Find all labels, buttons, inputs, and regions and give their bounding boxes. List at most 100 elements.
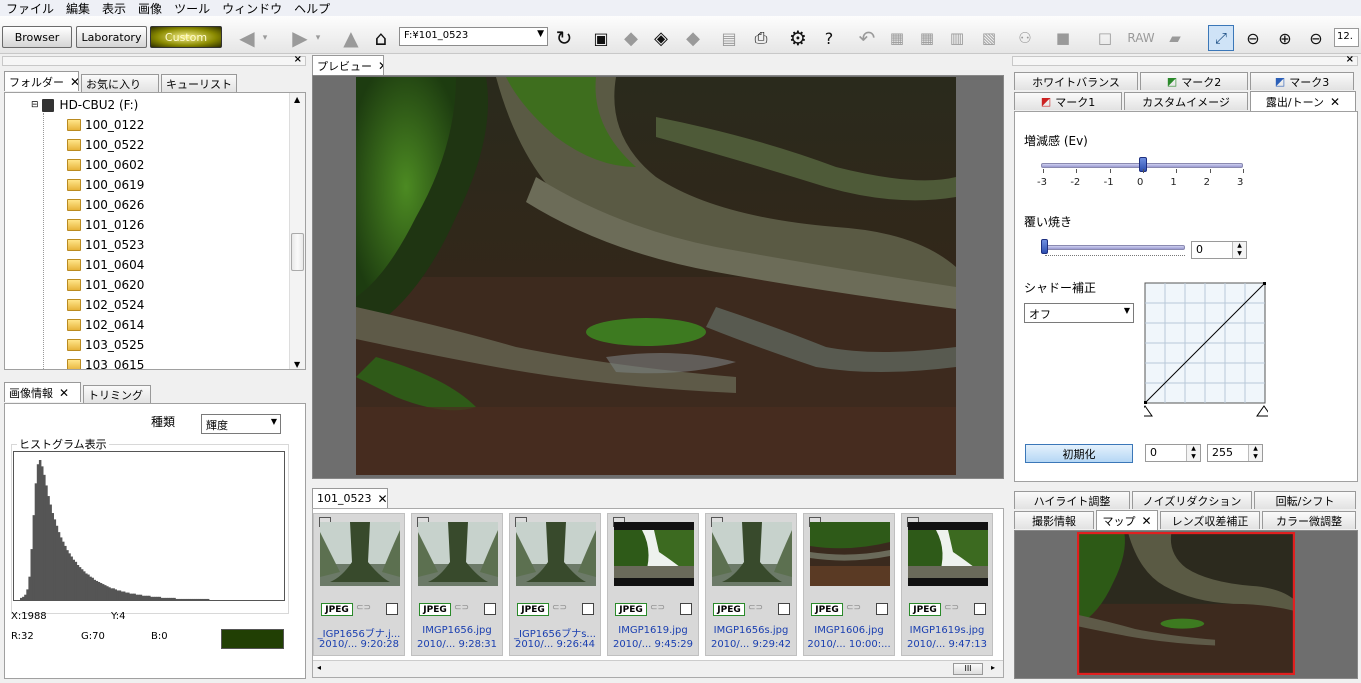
tree-drive[interactable]: ⊟ HD-CBU2 (F:) — [31, 95, 138, 115]
tab-trimming[interactable]: トリミング — [83, 385, 151, 403]
tab-color-adjust[interactable]: カラー微調整 — [1262, 511, 1356, 529]
thumbnail-image[interactable] — [712, 522, 792, 586]
dodge-slider-knob[interactable] — [1041, 239, 1048, 254]
select-checkbox[interactable] — [582, 603, 594, 615]
tree-folder-item[interactable]: 101_0620 — [67, 275, 144, 295]
tree-folder-item[interactable]: 100_0619 — [67, 175, 144, 195]
copy-params-icon[interactable]: ▦ — [884, 25, 910, 51]
rotate-left-diamond-icon[interactable]: ◆ — [618, 25, 644, 51]
preview-image[interactable] — [356, 77, 956, 475]
compare-icon[interactable]: ▤ — [716, 25, 742, 51]
spinner-arrows-icon[interactable]: ▲ ▼ — [1248, 445, 1262, 461]
raw-icon[interactable]: RAW — [1127, 25, 1154, 51]
chevron-down-icon[interactable]: ▼ — [537, 29, 544, 39]
filter-icon[interactable]: ⚇ — [1012, 25, 1038, 51]
scroll-down-icon[interactable]: ▼ — [294, 360, 300, 369]
thumbnail-image[interactable] — [810, 522, 890, 586]
thumbnail-card[interactable]: JPEG ⊂⊃ IMGP1606.jpg 2010/... 10:00:... — [803, 513, 895, 656]
back-dropdown-icon[interactable]: ▾ — [258, 25, 272, 51]
chevron-down-icon[interactable]: ▼ — [1124, 306, 1130, 315]
home-icon[interactable]: ⌂ — [368, 25, 394, 51]
thumbnail-image[interactable] — [516, 522, 596, 586]
tab-shooting-info[interactable]: 撮影情報 — [1014, 511, 1094, 529]
print-icon[interactable]: ⎙ — [748, 25, 774, 51]
next-diamond-icon[interactable]: ◈ — [648, 25, 674, 51]
zoom-level-field[interactable]: 12. — [1334, 28, 1359, 47]
close-icon[interactable]: ✕ — [1141, 514, 1151, 528]
folder-scroll-thumb[interactable] — [291, 233, 304, 271]
forward-arrow-icon[interactable]: ▶ — [287, 25, 313, 51]
refresh-icon[interactable]: ↻ — [551, 25, 577, 51]
tree-folder-item[interactable]: 102_0524 — [67, 295, 144, 315]
dodge-slider-track[interactable] — [1041, 245, 1185, 250]
tab-custom-image[interactable]: カスタムイメージ — [1124, 92, 1248, 110]
select-checkbox[interactable] — [386, 603, 398, 615]
close-icon[interactable]: × — [294, 54, 302, 65]
path-combobox[interactable]: F:¥101_0523 ▼ — [399, 27, 548, 46]
tab-folder-browser[interactable]: 101_0523 ✕ — [312, 488, 388, 508]
back-arrow-icon[interactable]: ◀ — [234, 25, 260, 51]
thumbnail-card[interactable]: JPEG ⊂⊃ IMGP1619.jpg 2010/... 9:45:29 — [607, 513, 699, 656]
tab-mark3[interactable]: ◩ マーク3 — [1250, 72, 1354, 90]
paste-params-icon[interactable]: ▦ — [914, 25, 940, 51]
save-params-icon[interactable]: ▥ — [944, 25, 970, 51]
thumbnail-image[interactable] — [320, 522, 400, 586]
tab-white-balance[interactable]: ホワイトバランス — [1014, 72, 1138, 90]
tab-lens-correction[interactable]: レンズ収差補正 — [1160, 511, 1260, 529]
thumbnail-image[interactable] — [614, 522, 694, 586]
laboratory-mode-button[interactable]: Laboratory — [76, 26, 147, 48]
tab-noise-reduction[interactable]: ノイズリダクション — [1132, 491, 1252, 509]
chevron-down-icon[interactable]: ▼ — [271, 417, 277, 426]
close-icon[interactable]: ✕ — [1330, 95, 1340, 109]
tree-folder-item[interactable]: 100_0602 — [67, 155, 144, 175]
tab-mark1[interactable]: ◩ マーク1 — [1014, 92, 1122, 110]
tab-map[interactable]: マップ ✕ — [1096, 510, 1158, 530]
close-icon[interactable]: ✕ — [378, 492, 388, 506]
tab-highlight[interactable]: ハイライト調整 — [1014, 491, 1130, 509]
tab-mark2[interactable]: ◩ マーク2 — [1140, 72, 1248, 90]
thumbnail-card[interactable]: JPEG ⊂⊃ _IGP1656ブナs... 2010/... 9:26:44 — [509, 513, 601, 656]
scroll-up-icon[interactable]: ▲ — [294, 95, 300, 104]
menu-window[interactable]: ウィンドウ — [216, 0, 288, 17]
tree-folder-item[interactable]: 103_0525 — [67, 335, 144, 355]
frame-icon[interactable]: □ — [1092, 25, 1118, 51]
zoom-out-icon[interactable]: ⊖ — [1240, 25, 1266, 51]
menu-tools[interactable]: ツール — [168, 0, 216, 17]
select-checkbox[interactable] — [778, 603, 790, 615]
tab-favorites[interactable]: お気に入り — [81, 74, 159, 92]
select-checkbox[interactable] — [974, 603, 986, 615]
forward-dropdown-icon[interactable]: ▾ — [311, 25, 325, 51]
thumbnail-card[interactable]: JPEG ⊂⊃ IMGP1656s.jpg 2010/... 9:29:42 — [705, 513, 797, 656]
close-icon[interactable]: ✕ — [70, 75, 78, 89]
thumbnail-image[interactable] — [418, 522, 498, 586]
fit-view-icon[interactable]: ⤢ — [1208, 25, 1234, 51]
scroll-right-icon[interactable]: ▸ — [991, 663, 995, 672]
gear-icon[interactable]: ⚙ — [785, 25, 811, 51]
diamond-icon[interactable]: ◆ — [680, 25, 706, 51]
zoom-in-icon[interactable]: ⊕ — [1272, 25, 1298, 51]
tree-folder-item[interactable]: 101_0523 — [67, 235, 144, 255]
tree-folder-item[interactable]: 100_0122 — [67, 115, 144, 135]
tree-folder-item[interactable]: 101_0126 — [67, 215, 144, 235]
menu-view[interactable]: 表示 — [96, 0, 132, 17]
tree-folder-item[interactable]: 100_0522 — [67, 135, 144, 155]
tab-folder[interactable]: フォルダー ✕ — [4, 71, 79, 91]
scroll-left-icon[interactable]: ◂ — [317, 663, 321, 672]
thumbnail-card[interactable]: JPEG ⊂⊃ _IGP1656ブナ.j... 2010/... 9:20:28 — [313, 513, 405, 656]
develop-icon[interactable]: ■ — [1050, 25, 1076, 51]
up-arrow-icon[interactable]: ▲ — [338, 25, 364, 51]
reset-button[interactable]: 初期化 — [1025, 444, 1133, 463]
thumbnail-card[interactable]: JPEG ⊂⊃ IMGP1656.jpg 2010/... 9:28:31 — [411, 513, 503, 656]
select-checkbox[interactable] — [484, 603, 496, 615]
close-icon[interactable]: ✕ — [378, 59, 383, 73]
navigator-thumbnail[interactable] — [1077, 532, 1295, 675]
zoom-reset-icon[interactable]: ⊖ — [1303, 25, 1329, 51]
tab-rotate-shift[interactable]: 回転/シフト — [1254, 491, 1356, 509]
thumbnail-scrollbar[interactable]: ◂ III ▸ — [313, 660, 1003, 677]
curve-max-field[interactable]: 255 ▲ ▼ — [1207, 444, 1263, 462]
kind-select[interactable]: 輝度 ▼ — [201, 414, 281, 434]
select-checkbox[interactable] — [876, 603, 888, 615]
tab-exposure-tone[interactable]: 露出/トーン ✕ — [1250, 91, 1356, 111]
menu-edit[interactable]: 編集 — [60, 0, 96, 17]
tab-preview[interactable]: プレビュー ✕ — [312, 55, 384, 75]
